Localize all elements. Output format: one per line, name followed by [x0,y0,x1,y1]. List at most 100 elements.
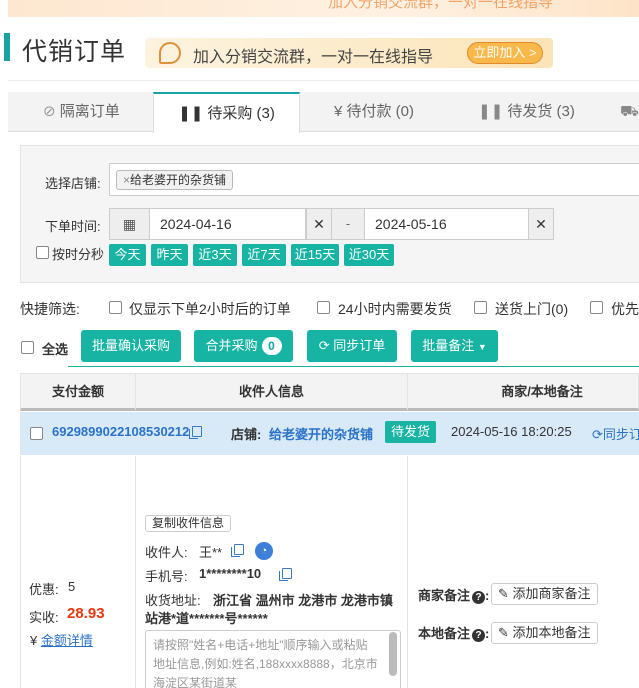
address-line-1: 浙江省 温州市 龙港市 龙港市镇 [213,593,393,608]
copy-icon[interactable] [189,426,203,439]
copy-icon[interactable] [279,568,292,581]
eye-slash-icon: ⊘ [43,103,56,120]
tab-label: 待采购 (3) [207,105,275,122]
tab-pending-payment[interactable]: ¥ 待付款 (0) [334,92,414,132]
caret-down-icon: ▼ [477,342,487,352]
receiver-label: 收件人: [145,545,188,560]
quick-filter-checkbox-2[interactable] [317,301,330,314]
calendar-icon[interactable]: ▦ [109,208,150,240]
col-notes: 商家/本地备注 [501,384,583,399]
range-7days-button[interactable]: 近7天 [242,244,286,266]
promo-banner[interactable]: 加入分销交流群，一对一在线指导 立即加入 > [145,38,553,68]
sync-orders-button[interactable]: ⟳ 同步订单 [307,330,397,362]
add-local-note-label: 添加本地备注 [512,625,591,640]
order-header-row: 6929899022108530212 店铺: 给老婆开的杂货铺 待发货 202… [20,412,639,455]
copy-receiver-button[interactable]: 复制收件信息 [145,515,232,532]
shop-select[interactable]: ×给老婆开的杂货铺 [109,163,639,196]
order-select-checkbox[interactable] [30,427,43,440]
date-range-separator: - [331,208,365,240]
shop-chip[interactable]: ×给老婆开的杂货铺 [116,170,234,190]
support-chat-icon [159,42,181,64]
quick-filter-label: 快捷筛选: [20,301,80,317]
divider [135,456,136,688]
remove-chip-icon[interactable]: × [123,173,130,187]
sync-order-label: 同步订 [602,427,639,442]
filter-panel: 选择店铺: ×给老婆开的杂货铺 下单时间: ▦ 2024-04-16 ✕ - 2… [20,145,639,283]
tab-pending-shipment[interactable]: ❚❚ 待发货 (3) [478,92,575,132]
quick-filter-option-3[interactable]: 送货上门(0) [495,299,568,319]
shop-select-label: 选择店铺: [45,176,101,191]
quick-filter-checkbox-1[interactable] [109,301,122,314]
merge-purchase-label: 合并采购 [205,338,258,353]
contact-icon[interactable]: ◔ [255,542,273,560]
quick-filter-option-2[interactable]: 24小时内需要发货 [338,299,452,319]
quick-filter-option-4[interactable]: 优先 [611,299,639,319]
sync-order-link[interactable]: ⟳同步订 [592,424,639,443]
order-status-tabs: ⊘ 隔离订单 ❚❚ 待采购 (3) ¥ 待付款 (0) ❚❚ 待发货 (3) ⛟ [8,92,639,133]
truck-icon: ⛟ [620,103,639,120]
amount-detail-link[interactable]: ¥ 金额详情 [30,630,93,649]
range-15days-button[interactable]: 近15天 [291,244,339,266]
shop-chip-label: 给老婆开的杂货铺 [130,173,227,187]
help-icon[interactable]: ? [472,591,486,604]
help-icon[interactable]: ? [472,629,486,642]
range-today-button[interactable]: 今天 [109,244,146,266]
order-shop-link[interactable]: 给老婆开的杂货铺 [269,424,373,443]
tab-pending-purchase[interactable]: ❚❚ 待采购 (3) [153,92,300,133]
tab-label: ¥ 待付款 (0) [334,103,415,120]
order-status-badge: 待发货 [385,421,437,443]
address-paste-textarea[interactable]: 请按照"姓名+电话+地址"顺序输入或粘贴地址信息,例如:姓名,188xxxx88… [145,630,401,688]
batch-note-label: 批量备注 [422,338,475,353]
orders-table-header: 支付金额 收件人信息 商家/本地备注 [20,373,639,411]
quick-filter-checkbox-3[interactable] [474,301,487,314]
order-time-label: 下单时间: [45,219,101,234]
tab-label: 待发货 (3) [507,103,575,120]
by-hour-label: 按时分秒 [52,247,105,262]
local-note-text: 本地备注 [418,626,471,641]
order-time: 2024-05-16 18:20:25 [451,424,572,439]
order-detail: 优惠: 5 实收: 28.93 ¥ 金额详情 复制收件信息 收件人: 王** ◔… [20,456,639,688]
range-yesterday-button[interactable]: 昨天 [151,244,188,266]
pause-icon: ❚❚ [478,103,504,120]
merchant-note-label: 商家备注?: [418,588,490,604]
range-30days-button[interactable]: 近30天 [344,244,394,266]
tab-shipped[interactable]: ⛟ [620,92,639,132]
tab-label: 隔离订单 [59,103,120,120]
clear-date-from-button[interactable]: ✕ [306,208,332,240]
yen-icon: ¥ [30,633,38,648]
phone-label: 手机号: [145,569,188,584]
col-receiver-info: 收件人信息 [238,384,304,399]
address-label: 收货地址: [145,593,201,608]
batch-note-dropdown[interactable]: 批量备注 ▼ [411,330,498,362]
order-id-text: 6929899022108530212 [52,424,190,439]
clear-date-to-button[interactable]: ✕ [528,208,554,240]
quick-filter-option-1[interactable]: 仅显示下单2小时后的订单 [129,299,291,319]
pause-icon: ❚❚ [178,105,204,122]
date-to-input[interactable]: 2024-05-16 [364,208,529,240]
address-line-2: 站港*道*******号****** [145,611,268,626]
textarea-scrollbar[interactable] [389,632,397,676]
join-now-button[interactable]: 立即加入 > [467,42,543,64]
date-from-input[interactable]: 2024-04-16 [149,208,306,240]
paid-value: 28.93 [67,605,105,622]
order-id[interactable]: 6929899022108530212 [52,424,203,439]
discount-value: 5 [68,579,76,594]
quick-filter-checkbox-4[interactable] [590,301,603,314]
copy-icon[interactable] [231,544,244,557]
top-promo-banner[interactable]: 加入分销交流群，一对一在线指导 [8,0,639,17]
tab-isolated[interactable]: ⊘ 隔离订单 [43,92,120,132]
select-all-label: 全选 [42,342,69,357]
paid-label: 实收: [29,610,59,625]
by-hour-checkbox[interactable] [36,246,49,259]
receiver-name: 王** [199,545,223,560]
merchant-note-text: 商家备注 [418,588,471,603]
add-local-note-button[interactable]: ✎ 添加本地备注 [491,622,598,644]
select-all-checkbox[interactable] [21,341,34,354]
batch-confirm-purchase-button[interactable]: 批量确认采购 [81,330,181,362]
add-merchant-note-button[interactable]: ✎ 添加商家备注 [491,583,598,605]
merge-purchase-button[interactable]: 合并采购 0 [194,330,293,362]
banner-text: 加入分销交流群，一对一在线指导 [328,0,554,11]
range-3days-button[interactable]: 近3天 [193,244,237,266]
col-payment-amount: 支付金额 [51,384,104,399]
phone-value: 1********10 [199,566,262,581]
